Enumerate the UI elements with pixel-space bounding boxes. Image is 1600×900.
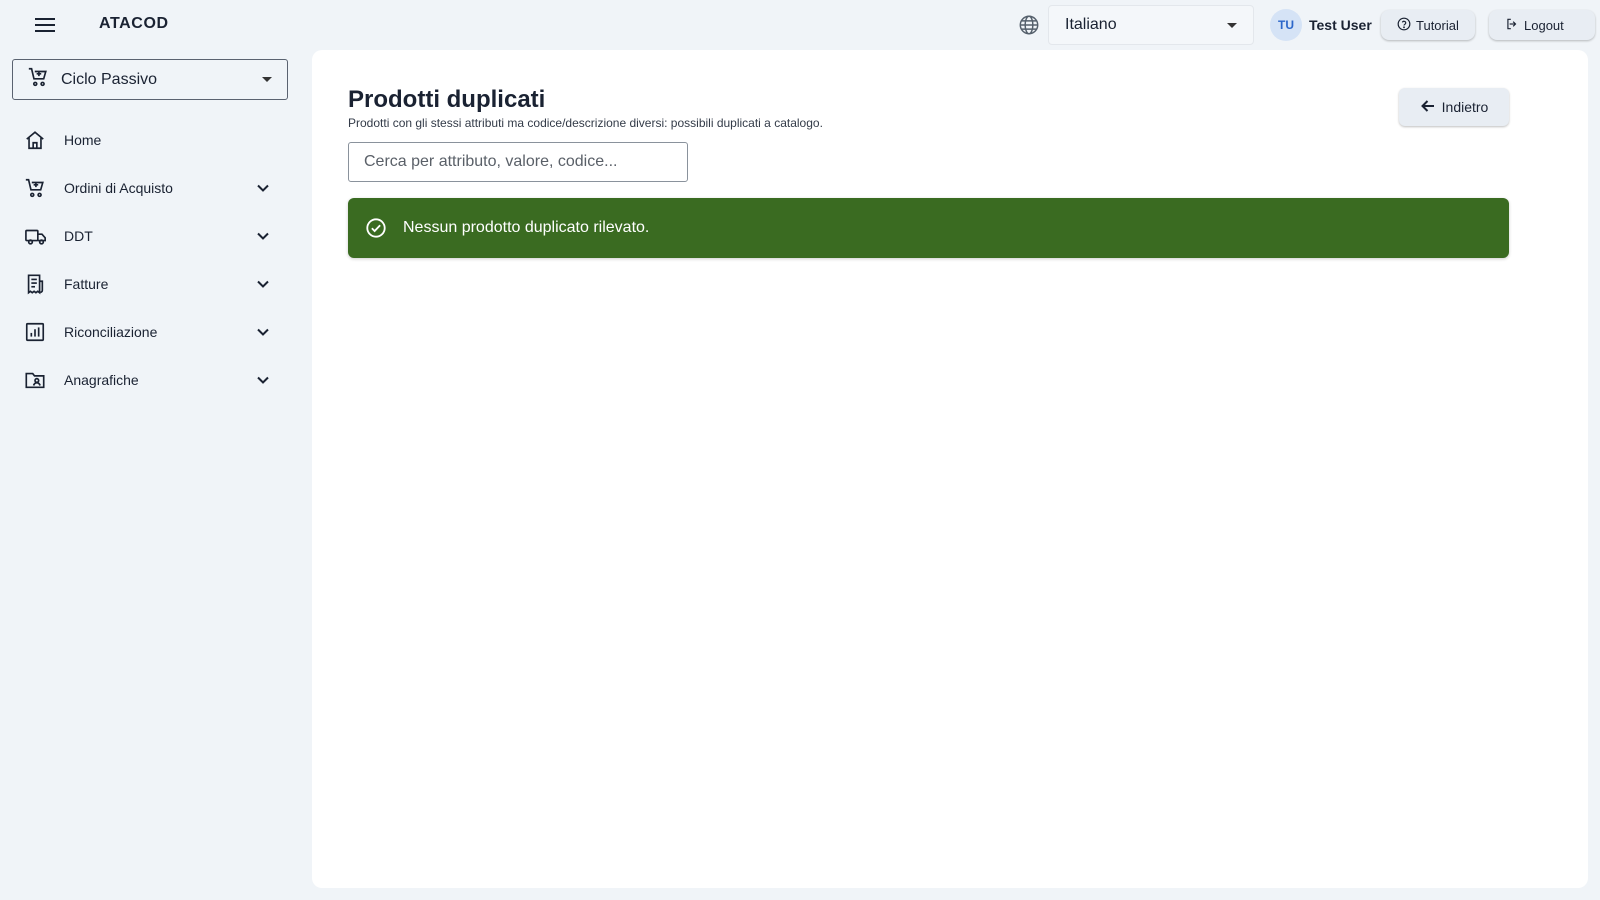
main-panel: Prodotti duplicati Prodotti con gli stes… [312,50,1588,888]
cycle-select-value: Ciclo Passivo [61,70,158,88]
sidebar-item-home[interactable]: Home [12,118,288,162]
cart-icon [24,177,48,199]
logout-icon [1505,17,1519,34]
logout-label: Logout [1524,17,1564,33]
help-circle-icon [1397,17,1411,34]
app-title: ATACOD [99,15,169,32]
sidebar-item-label: Ordini di Acquisto [64,180,173,196]
avatar: TU [1270,9,1302,41]
sidebar-item-ordini-di-acquisto[interactable]: Ordini di Acquisto [12,166,288,210]
chevron-down-icon [255,324,271,340]
chevron-down-icon [255,180,271,196]
home-icon [24,129,48,151]
sidebar: Ciclo Passivo Home Ordini di Acquisto DD… [0,50,312,900]
globe-icon [1018,14,1040,36]
sidebar-item-label: Riconciliazione [64,324,158,340]
check-circle-icon [365,217,387,239]
top-bar: ATACOD Italiano TU Test User Tutorial Lo… [0,0,1600,50]
sidebar-item-label: Home [64,132,102,148]
tutorial-label: Tutorial [1416,17,1459,33]
sidebar-item-fatture[interactable]: Fatture [12,262,288,306]
language-select[interactable]: Italiano [1048,5,1254,45]
arrow-left-icon [1420,98,1436,117]
cycle-select[interactable]: Ciclo Passivo [12,59,288,100]
caret-down-icon [1227,23,1237,28]
tutorial-button[interactable]: Tutorial [1381,10,1475,40]
user-name: Test User [1309,17,1372,33]
alert-message: Nessun prodotto duplicato rilevato. [403,219,650,236]
success-alert: Nessun prodotto duplicato rilevato. [348,198,1509,258]
sidebar-item-ddt[interactable]: DDT [12,214,288,258]
truck-icon [24,225,48,247]
menu-icon[interactable] [30,12,60,38]
chevron-down-icon [255,228,271,244]
sidebar-item-label: Fatture [64,276,109,292]
sidebar-item-label: Anagrafiche [64,372,139,388]
chevron-down-icon [255,372,271,388]
logout-button[interactable]: Logout [1489,10,1595,40]
back-label: Indietro [1441,99,1489,115]
cart-icon [27,66,49,93]
back-button[interactable]: Indietro [1399,88,1509,126]
page-subtitle: Prodotti con gli stessi attributi ma cod… [348,116,823,130]
caret-down-icon [262,77,272,82]
sidebar-item-anagrafiche[interactable]: Anagrafiche [12,358,288,402]
sidebar-item-riconciliazione[interactable]: Riconciliazione [12,310,288,354]
receipt-icon [24,273,48,295]
sidebar-item-label: DDT [64,228,93,244]
search-input[interactable] [348,142,688,182]
folder-person-icon [24,369,48,391]
chart-icon [24,321,48,343]
chevron-down-icon [255,276,271,292]
page-title: Prodotti duplicati [348,86,546,113]
language-select-value: Italiano [1065,16,1117,33]
